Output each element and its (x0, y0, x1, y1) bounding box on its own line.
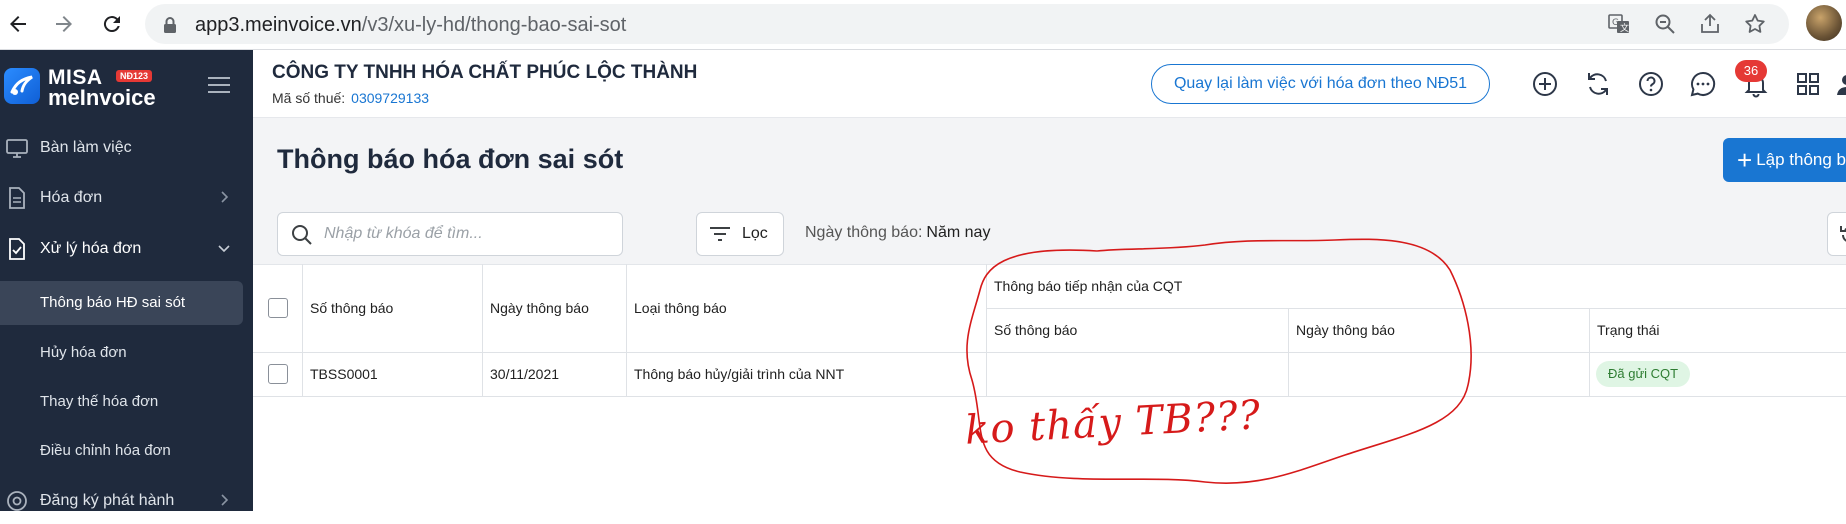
sidebar-subitem-label: Thông báo HĐ sai sót (40, 294, 186, 311)
tax-code-label: Mã số thuế: (272, 90, 346, 106)
col-divider (1288, 308, 1289, 396)
date-filter-label: Ngày thông báo: (805, 224, 923, 241)
sidebar-subitem-label: Điều chỉnh hóa đơn (40, 442, 171, 459)
chevron-right-icon (218, 191, 230, 203)
table-top-border (253, 264, 1846, 265)
sidebar-subitem-adjust-invoice[interactable]: Điều chỉnh hóa đơn (0, 429, 253, 473)
col-header-notice-number[interactable]: Số thông báo (310, 300, 393, 316)
search-box[interactable] (277, 212, 623, 256)
sidebar-subitem-replace-invoice[interactable]: Thay thế hóa đơn (0, 380, 253, 424)
help-icon[interactable] (1637, 70, 1665, 98)
sidebar-subitem-cancel-invoice[interactable]: Hủy hóa đơn (0, 331, 253, 375)
table-header-bottom-border (253, 352, 1846, 353)
translate-icon[interactable]: G文 (1607, 12, 1631, 36)
back-to-nd51-button[interactable]: Quay lại làm việc với hóa đơn theo NĐ51 (1151, 64, 1490, 104)
cell-notice-number: TBSS0001 (310, 366, 378, 382)
chevron-right-icon (218, 494, 230, 506)
url-path: /v3/xu-ly-hd/thong-bao-sai-sot (361, 14, 627, 36)
tax-code-row: Mã số thuế: 0309729133 (272, 90, 429, 106)
address-bar[interactable]: app3.meinvoice.vn/v3/xu-ly-hd/thong-bao-… (145, 4, 1789, 44)
sidebar-item-registration[interactable]: Đăng ký phát hành (0, 478, 253, 524)
create-notice-label: Lập thông b (1756, 150, 1846, 169)
sidebar-item-invoice-processing[interactable]: Xử lý hóa đơn (0, 226, 253, 272)
lock-icon[interactable] (163, 16, 177, 34)
zoom-out-icon[interactable] (1653, 12, 1677, 36)
back-icon[interactable] (3, 9, 33, 39)
cell-notice-date: 30/11/2021 (490, 366, 560, 382)
brand-badge: NĐ123 (116, 70, 153, 82)
create-notice-button[interactable]: + Lập thông b (1723, 138, 1846, 182)
filter-button[interactable]: Lọc (696, 212, 784, 256)
table-group-divider (986, 308, 1846, 309)
bookmark-star-icon[interactable] (1743, 12, 1767, 36)
url-host: app3.meinvoice.vn (195, 14, 362, 36)
browser-toolbar: app3.meinvoice.vn/v3/xu-ly-hd/thong-bao-… (0, 0, 1846, 50)
chevron-down-icon (218, 242, 230, 254)
col-header-cqt-date[interactable]: Ngày thông báo (1296, 322, 1395, 338)
sidebar-subitem-label: Thay thế hóa đơn (40, 393, 159, 410)
main-content: Thông báo hóa đơn sai sót +Lập thông b L… (253, 118, 1846, 511)
tax-code-value[interactable]: 0309729133 (351, 90, 429, 106)
col-divider (302, 264, 303, 396)
brand-mark-icon (4, 68, 40, 104)
search-icon (292, 225, 312, 245)
plus-icon: + (1737, 145, 1753, 175)
brand-line2: meInvoice (48, 85, 156, 110)
user-icon[interactable] (1833, 70, 1846, 98)
forward-icon[interactable] (49, 9, 79, 39)
col-header-status[interactable]: Trạng thái (1597, 322, 1660, 338)
notices-table: Số thông báo Ngày thông báo Loại thông b… (253, 264, 1846, 511)
svg-text:文: 文 (1620, 22, 1629, 34)
filter-label: Lọc (742, 225, 768, 242)
sidebar-item-invoices[interactable]: Hóa đơn (0, 175, 253, 221)
status-badge: Đã gửi CQT (1596, 361, 1691, 387)
filter-lines-icon (710, 227, 730, 241)
col-divider (1589, 308, 1590, 396)
table-row-bottom-border (253, 396, 1846, 397)
sidebar-item-dashboard[interactable]: Bàn làm việc (0, 125, 253, 171)
col-divider (626, 264, 627, 396)
select-all-checkbox[interactable] (268, 298, 288, 318)
refresh-icon (1840, 226, 1846, 242)
date-filter-value: Năm nay (926, 224, 991, 241)
search-input[interactable] (324, 221, 614, 247)
app-header: CÔNG TY TNHH HÓA CHẤT PHÚC LỘC THÀNH Mã … (253, 50, 1846, 118)
sidebar-item-label: Hóa đơn (40, 189, 103, 206)
sidebar-item-label: Xử lý hóa đơn (40, 240, 142, 257)
sidebar-item-label: Bàn làm việc (40, 139, 132, 156)
col-divider (482, 264, 483, 396)
notification-count-badge: 36 (1735, 60, 1767, 82)
monitor-icon (6, 137, 28, 159)
row-checkbox[interactable] (268, 364, 288, 384)
sidebar-item-label: Đăng ký phát hành (40, 492, 175, 509)
page-title: Thông báo hóa đơn sai sót (277, 144, 624, 174)
col-divider (986, 264, 987, 396)
brand-logo[interactable]: MISA NĐ123 meInvoice (4, 66, 156, 110)
profile-avatar[interactable] (1806, 5, 1842, 41)
chat-icon[interactable] (1689, 70, 1717, 98)
sidebar-subitem-label: Hủy hóa đơn (40, 344, 127, 361)
sidebar-subitem-error-notice[interactable]: Thông báo HĐ sai sót (0, 281, 243, 325)
company-name: CÔNG TY TNHH HÓA CHẤT PHÚC LỘC THÀNH (272, 62, 698, 83)
document-check-icon (6, 238, 28, 260)
add-circle-icon[interactable] (1531, 70, 1559, 98)
refresh-button[interactable] (1827, 212, 1846, 256)
col-group-header-cqt: Thông báo tiếp nhận của CQT (994, 278, 1183, 294)
cell-notice-type: Thông báo hủy/giải trình của NNT (634, 366, 845, 382)
col-header-cqt-number[interactable]: Số thông báo (994, 322, 1077, 338)
sidebar: MISA NĐ123 meInvoice Bàn làm việc Hóa đơ… (0, 50, 253, 511)
reload-icon[interactable] (97, 9, 127, 39)
hamburger-menu-icon[interactable] (208, 76, 230, 94)
document-icon (6, 187, 28, 209)
sync-icon[interactable] (1584, 70, 1612, 98)
location-icon (6, 490, 28, 512)
url-text[interactable]: app3.meinvoice.vn/v3/xu-ly-hd/thong-bao-… (195, 14, 626, 37)
date-filter[interactable]: Ngày thông báo: Năm nay (805, 224, 990, 242)
col-header-notice-type[interactable]: Loại thông báo (634, 300, 727, 316)
col-header-notice-date[interactable]: Ngày thông báo (490, 300, 589, 316)
share-icon[interactable] (1698, 12, 1722, 36)
apps-grid-icon[interactable] (1794, 70, 1822, 98)
